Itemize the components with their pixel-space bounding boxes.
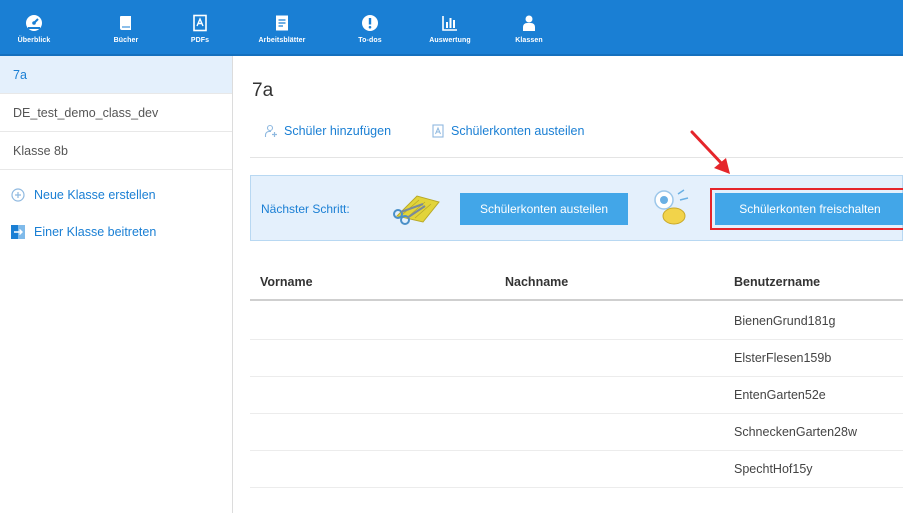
distribute-accounts-label: Schülerkonten austeilen [451, 124, 585, 138]
nav-item-books[interactable]: Bücher [106, 0, 146, 56]
plus-circle-icon [10, 187, 26, 203]
nav-label: Auswertung [429, 36, 471, 44]
sidebar-class-klasse-8b[interactable]: Klasse 8b [0, 132, 232, 170]
exclamation-icon [360, 13, 380, 33]
table-row[interactable]: ElsterFlesen159b [250, 340, 903, 377]
distribute-accounts-button-label: Schülerkonten austeilen [479, 202, 609, 216]
nav-item-pdfs[interactable]: PDFs [185, 0, 215, 56]
table-row[interactable]: EntenGarten52e [250, 377, 903, 414]
distribute-accounts-link[interactable]: Schülerkonten austeilen [431, 124, 584, 138]
table-header: Vorname Nachname Benutzername [250, 263, 903, 301]
page-title: 7a [252, 80, 274, 101]
nav-item-evaluation[interactable]: Auswertung [424, 0, 476, 56]
pdf-icon [190, 13, 210, 33]
join-class-icon [10, 224, 26, 240]
column-header-lastname: Nachname [505, 275, 569, 289]
table-row[interactable]: SchneckenGarten28w [250, 414, 903, 451]
add-student-link[interactable]: Schüler hinzufügen [264, 124, 391, 138]
cell-username: EntenGarten52e [734, 388, 826, 402]
join-class-link[interactable]: Einer Klasse beitreten [0, 213, 232, 250]
cell-username: SchneckenGarten28w [734, 425, 857, 439]
nav-label: Bücher [113, 36, 139, 44]
nav-label: To-dos [358, 36, 382, 44]
class-name: DE_test_demo_class_dev [13, 105, 159, 120]
nav-label: Arbeitsblätter [258, 36, 306, 44]
nav-label: PDFs [190, 36, 210, 44]
next-step-panel: Nächster Schritt: Schülerkonten austeile… [250, 175, 903, 241]
class-name: 7a [13, 67, 27, 82]
scissors-paper-illustration-icon [389, 190, 445, 231]
join-class-label: Einer Klasse beitreten [34, 224, 157, 239]
nav-label: Klassen [515, 36, 543, 44]
table-row[interactable]: SpechtHof15y [250, 451, 903, 488]
nav-item-classes[interactable]: Klassen [510, 0, 548, 56]
nav-item-todos[interactable]: To-dos [355, 0, 385, 56]
unlock-illustration-icon [648, 186, 692, 235]
class-name: Klasse 8b [13, 143, 68, 158]
divider [250, 157, 903, 158]
book-icon [116, 13, 136, 33]
cell-username: SpechtHof15y [734, 462, 813, 476]
class-sidebar: 7a DE_test_demo_class_dev Klasse 8b Neue… [0, 56, 233, 513]
unlock-accounts-button-label: Schülerkonten freischalten [739, 202, 881, 216]
pdf-icon [431, 124, 445, 138]
cell-username: ElsterFlesen159b [734, 351, 832, 365]
column-header-username: Benutzername [734, 275, 821, 289]
distribute-accounts-button[interactable]: Schülerkonten austeilen [460, 193, 628, 225]
cell-username: BienenGrund181g [734, 314, 836, 328]
nav-label: Überblick [17, 36, 51, 44]
overview-icon [24, 13, 44, 33]
person-icon [519, 13, 539, 33]
nav-item-overview[interactable]: Überblick [14, 0, 54, 56]
unlock-accounts-button[interactable]: Schülerkonten freischalten [710, 188, 903, 230]
nav-item-worksheets[interactable]: Arbeitsblätter [253, 0, 311, 56]
add-student-icon [264, 124, 278, 138]
chart-icon [440, 13, 460, 33]
sidebar-class-7a[interactable]: 7a [0, 56, 232, 94]
create-class-label: Neue Klasse erstellen [34, 187, 156, 202]
top-navigation-bar: Überblick Bücher PDFs Arbeitsblätter To-… [0, 0, 903, 56]
column-header-firstname: Vorname [260, 275, 313, 289]
sidebar-class-de-test-demo[interactable]: DE_test_demo_class_dev [0, 94, 232, 132]
worksheet-icon [272, 13, 292, 33]
next-step-label: Nächster Schritt: [261, 202, 350, 216]
create-class-link[interactable]: Neue Klasse erstellen [0, 176, 232, 213]
add-student-label: Schüler hinzufügen [284, 124, 392, 138]
table-row[interactable]: BienenGrund181g [250, 303, 903, 340]
main-content: 7a Schüler hinzufügen Schülerkonten aust… [234, 56, 903, 513]
